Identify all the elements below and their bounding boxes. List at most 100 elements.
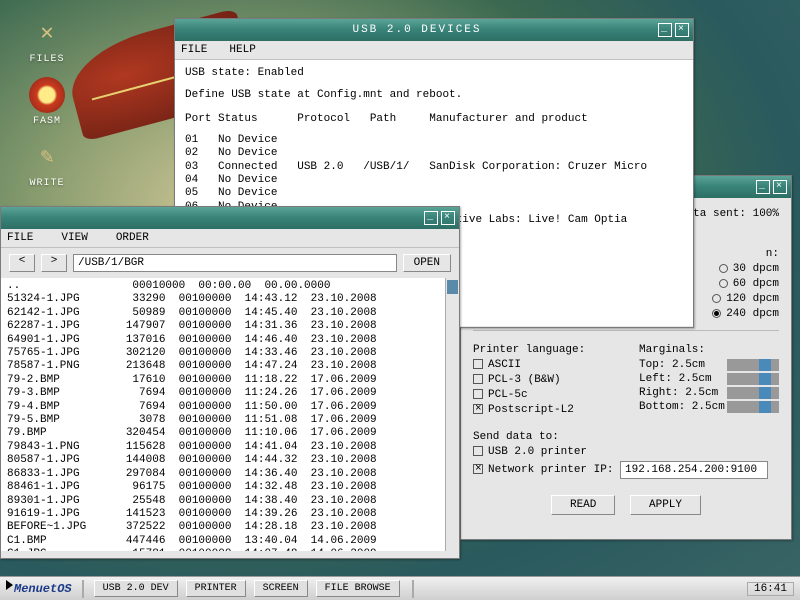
menu-file[interactable]: FILE xyxy=(7,232,33,244)
lang-option[interactable]: Postscript-L2 xyxy=(473,404,631,416)
file-row[interactable]: 79-5.BMP 3078 00100000 11:51.08 17.06.20… xyxy=(7,414,459,427)
usb-window-title: USB 2.0 DEVICES xyxy=(179,24,655,36)
cursor-icon xyxy=(6,580,13,590)
usb-column-headers: Port Status Protocol Path Manufacturer a… xyxy=(185,112,683,128)
usb-note: Define USB state at Config.mnt and reboo… xyxy=(185,88,683,104)
read-button[interactable]: READ xyxy=(551,495,615,515)
menu-view[interactable]: VIEW xyxy=(61,232,87,244)
usb-port-row: 01 No Device xyxy=(185,134,683,147)
lang-option[interactable]: PCL-5c xyxy=(473,389,631,401)
start-label: MenuetOS xyxy=(14,582,72,596)
file-row[interactable]: 79-4.BMP 7694 00100000 11:50.00 17.06.20… xyxy=(7,401,459,414)
margin-slider[interactable] xyxy=(727,387,779,399)
margin-row: Top: 2.5cm xyxy=(639,359,779,371)
margin-slider[interactable] xyxy=(727,401,779,413)
send-network-option[interactable]: Network printer IP: xyxy=(473,461,779,479)
usb-state-value: Enabled xyxy=(258,67,304,79)
send-usb-option[interactable]: USB 2.0 printer xyxy=(473,446,779,458)
file-row[interactable]: 64901-1.JPG 137016 00100000 14:46.40 23.… xyxy=(7,334,459,347)
file-row[interactable]: 79843-1.PNG 115628 00100000 14:41.04 23.… xyxy=(7,441,459,454)
menu-file[interactable]: FILE xyxy=(181,44,207,56)
file-titlebar[interactable]: _ × xyxy=(1,207,459,229)
checkbox-icon xyxy=(473,464,483,474)
file-row[interactable]: 79-3.BMP 7694 00100000 11:24.26 17.06.20… xyxy=(7,387,459,400)
file-row[interactable]: 91619-1.JPG 141523 00100000 14:39.26 23.… xyxy=(7,508,459,521)
icon-label: FASM xyxy=(23,116,71,127)
usb-titlebar[interactable]: USB 2.0 DEVICES _ × xyxy=(175,19,693,41)
radio-icon xyxy=(719,279,728,288)
minimize-icon[interactable]: _ xyxy=(756,180,770,194)
desktop-icon-fasm[interactable]: FASM xyxy=(23,77,71,127)
radio-icon xyxy=(712,309,721,318)
nav-forward-button[interactable]: > xyxy=(41,254,67,272)
lang-option[interactable]: PCL-3 (B&W) xyxy=(473,374,631,386)
checkbox-icon xyxy=(473,404,483,414)
app-icon xyxy=(29,77,65,113)
radio-icon xyxy=(712,294,721,303)
app-icon: ✎ xyxy=(29,139,65,175)
taskbar: MenuetOS USB 2.0 DEV PRINTER SCREEN FILE BR… xyxy=(0,576,800,600)
checkbox-icon xyxy=(473,359,483,369)
task-button[interactable]: USB 2.0 DEV xyxy=(94,580,178,597)
checkbox-icon xyxy=(473,446,483,456)
checkbox-icon xyxy=(473,389,483,399)
taskbar-separator xyxy=(82,580,84,598)
radio-icon xyxy=(719,264,728,273)
taskbar-clock: 16:41 xyxy=(747,582,794,596)
task-button[interactable]: PRINTER xyxy=(186,580,246,597)
task-button[interactable]: FILE BROWSE xyxy=(316,580,400,597)
taskbar-separator xyxy=(412,580,414,598)
icon-label: WRITE xyxy=(23,178,71,189)
file-row[interactable]: C1.BMP 447446 00100000 13:40.04 14.06.20… xyxy=(7,535,459,548)
marginals-label: Marginals: xyxy=(639,344,779,356)
usb-state-label: USB state: xyxy=(185,67,251,79)
file-row[interactable]: C1.JPG 15781 00100000 14:07.48 14.06.200… xyxy=(7,548,459,551)
usb-menubar: FILE HELP xyxy=(175,41,693,60)
file-row[interactable]: 88461-1.JPG 96175 00100000 14:32.48 23.1… xyxy=(7,481,459,494)
file-row[interactable]: 62142-1.JPG 50989 00100000 14:45.40 23.1… xyxy=(7,307,459,320)
app-icon: ✕ xyxy=(29,15,65,51)
file-row[interactable]: 62287-1.JPG 147907 00100000 14:31.36 23.… xyxy=(7,320,459,333)
lang-option[interactable]: ASCII xyxy=(473,359,631,371)
menu-help[interactable]: HELP xyxy=(229,44,255,56)
margin-slider[interactable] xyxy=(727,359,779,371)
printer-language-label: Printer language: xyxy=(473,344,631,356)
close-icon[interactable]: × xyxy=(441,211,455,225)
apply-button[interactable]: APPLY xyxy=(630,495,701,515)
file-menubar: FILE VIEW ORDER xyxy=(1,229,459,248)
file-row[interactable]: 79-2.BMP 17610 00100000 11:18.22 17.06.2… xyxy=(7,374,459,387)
file-row[interactable]: 78587-1.PNG 213648 00100000 14:47.24 23.… xyxy=(7,360,459,373)
start-button[interactable]: MenuetOS xyxy=(6,582,72,596)
menu-order[interactable]: ORDER xyxy=(116,232,149,244)
scrollbar[interactable] xyxy=(445,278,459,551)
open-button[interactable]: OPEN xyxy=(403,254,451,272)
path-input[interactable] xyxy=(73,254,397,272)
margin-row: Left: 2.5cm xyxy=(639,373,779,385)
margin-slider[interactable] xyxy=(727,373,779,385)
file-row[interactable]: BEFORE~1.JPG 372522 00100000 14:28.18 23… xyxy=(7,521,459,534)
file-row[interactable]: 89301-1.JPG 25548 00100000 14:38.40 23.1… xyxy=(7,495,459,508)
margin-row: Bottom: 2.5cm xyxy=(639,401,779,413)
ip-input[interactable] xyxy=(620,461,768,479)
file-row[interactable]: 79.BMP 320454 00100000 11:10.06 17.06.20… xyxy=(7,427,459,440)
desktop-icon-files[interactable]: ✕FILES xyxy=(23,15,71,65)
minimize-icon[interactable]: _ xyxy=(658,23,672,37)
close-icon[interactable]: × xyxy=(773,180,787,194)
send-data-label: Send data to: xyxy=(473,431,779,443)
close-icon[interactable]: × xyxy=(675,23,689,37)
file-row[interactable]: 51324-1.JPG 33290 00100000 14:43.12 23.1… xyxy=(7,293,459,306)
file-row[interactable]: .. 00010000 00:00.00 00.00.0000 xyxy=(7,280,459,293)
usb-port-row: 04 No Device xyxy=(185,174,683,187)
file-row[interactable]: 75765-1.JPG 302120 00100000 14:33.46 23.… xyxy=(7,347,459,360)
margin-row: Right: 2.5cm xyxy=(639,387,779,399)
scrollbar-thumb[interactable] xyxy=(447,280,458,294)
nav-back-button[interactable]: < xyxy=(9,254,35,272)
task-button[interactable]: SCREEN xyxy=(254,580,308,597)
file-row[interactable]: 80587-1.JPG 144008 00100000 14:44.32 23.… xyxy=(7,454,459,467)
file-row[interactable]: 86833-1.JPG 297084 00100000 14:36.40 23.… xyxy=(7,468,459,481)
desktop-icon-write[interactable]: ✎ WRITE xyxy=(23,139,71,189)
file-browser-window: _ × FILE VIEW ORDER < > OPEN .. 00010000 0… xyxy=(0,206,460,559)
minimize-icon[interactable]: _ xyxy=(424,211,438,225)
file-list[interactable]: .. 00010000 00:00.00 00.00.000051324-1.J… xyxy=(1,278,459,551)
checkbox-icon xyxy=(473,374,483,384)
